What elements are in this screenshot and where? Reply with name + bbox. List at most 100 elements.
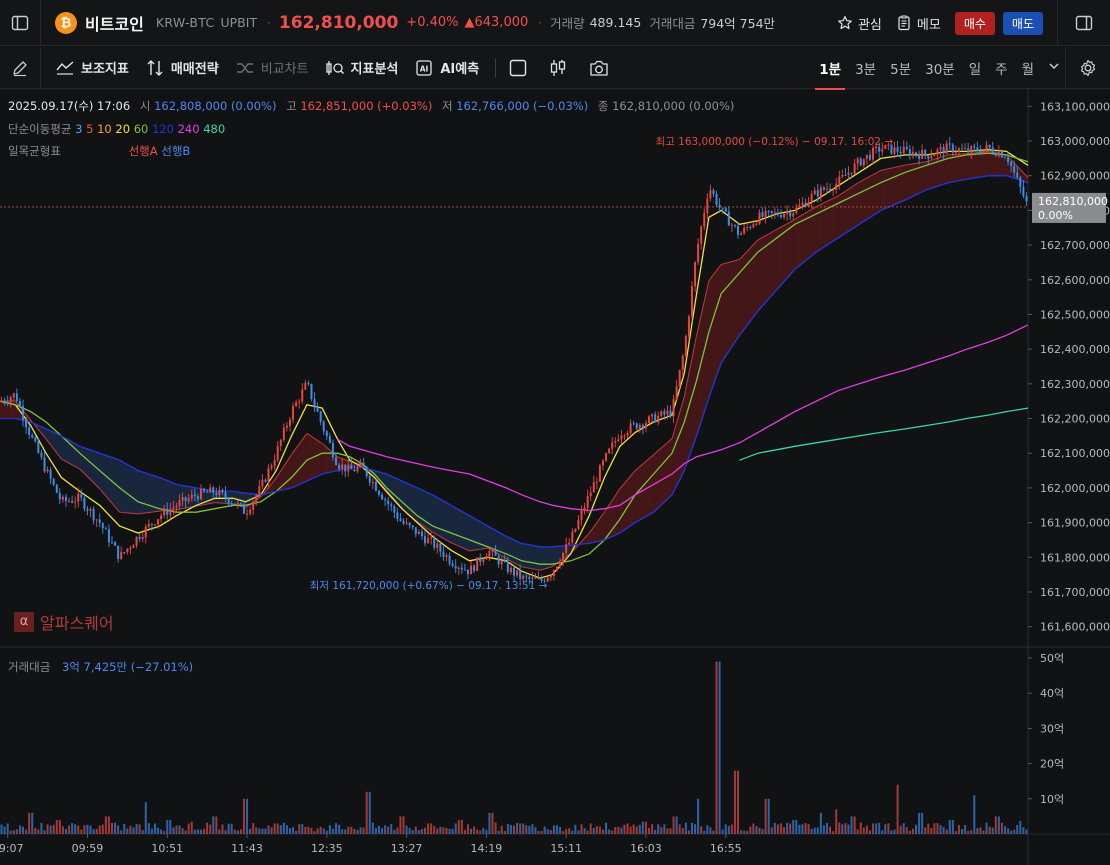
candle-body xyxy=(344,464,347,472)
analysis-icon xyxy=(325,60,344,75)
volume-bar xyxy=(408,827,411,834)
sidebar-toggle-icon[interactable] xyxy=(0,0,40,46)
tab-day[interactable]: 일 xyxy=(969,58,981,78)
fullscreen-box-icon[interactable] xyxy=(508,58,528,78)
volume-bar xyxy=(1016,825,1019,834)
draw-pencil-icon[interactable] xyxy=(0,47,40,89)
volume-bar xyxy=(954,831,957,834)
volume-bar xyxy=(61,826,64,834)
volume-bar xyxy=(196,829,199,834)
candle-body xyxy=(644,422,647,428)
volume-bar xyxy=(519,823,522,834)
volume-bar xyxy=(95,828,98,834)
ai-predict-button[interactable]: AI AI예측 xyxy=(414,58,479,77)
compare-icon xyxy=(236,62,253,73)
x-tick-label: 10:51 xyxy=(151,842,183,855)
candle-body xyxy=(905,146,908,150)
volume-bar xyxy=(779,823,782,834)
candle-body xyxy=(559,562,562,567)
ichimoku-cloud-segment xyxy=(99,453,120,513)
volume-bar xyxy=(663,824,666,834)
coin-name[interactable]: 비트코인 xyxy=(85,11,144,35)
camera-icon[interactable] xyxy=(588,58,610,78)
candle-body xyxy=(387,500,390,505)
volume-bar xyxy=(347,826,350,834)
candle-body xyxy=(666,410,669,415)
volume-bar xyxy=(826,822,829,834)
candle-body xyxy=(433,537,436,548)
candle-body xyxy=(157,519,160,525)
sell-button[interactable]: 매도 xyxy=(1002,11,1043,35)
volume-bar xyxy=(611,830,614,834)
candle-body xyxy=(605,453,608,461)
volume-bar xyxy=(979,827,982,834)
ichimoku-cloud-segment xyxy=(880,164,906,211)
candle-body xyxy=(1007,157,1010,162)
candle-body xyxy=(384,499,387,501)
volume-bar xyxy=(1010,830,1013,834)
volume-bar xyxy=(199,829,202,834)
volume-bar xyxy=(18,825,21,834)
volume-bar xyxy=(942,827,945,834)
ichimoku-legend[interactable]: 일목균형표 선행A 선행B xyxy=(8,143,190,159)
candle-body xyxy=(914,152,917,155)
volume-bar xyxy=(270,827,273,834)
candle-body xyxy=(442,551,445,557)
memo-button[interactable]: 메모 xyxy=(896,14,941,33)
tab-3min[interactable]: 3분 xyxy=(855,58,876,78)
candle-body xyxy=(144,526,147,538)
volume-bar xyxy=(620,827,623,834)
volume-bar xyxy=(166,819,169,834)
tab-30min[interactable]: 30분 xyxy=(925,58,955,78)
candle-body xyxy=(445,555,448,557)
candle-body xyxy=(298,401,301,403)
candle-body xyxy=(98,519,101,524)
dot-separator: · xyxy=(267,15,271,30)
candle-body xyxy=(589,492,592,496)
tab-week[interactable]: 주 xyxy=(995,58,1007,78)
candle-body xyxy=(865,154,868,159)
volume-bar xyxy=(549,829,552,834)
gear-icon[interactable] xyxy=(1066,47,1110,89)
candle-body xyxy=(789,211,792,217)
volume-bar xyxy=(700,826,703,834)
candle-body xyxy=(436,543,439,548)
tab-5min[interactable]: 5분 xyxy=(890,58,911,78)
candle-body xyxy=(304,382,307,390)
compare-button[interactable]: 비교차트 xyxy=(235,58,309,77)
volume-bar xyxy=(792,819,795,834)
volume-bar xyxy=(424,827,427,834)
candle-body xyxy=(844,175,847,177)
volume-bar xyxy=(770,827,773,834)
candle-body xyxy=(255,495,258,502)
candle-body xyxy=(552,570,555,576)
volume-bar xyxy=(555,825,558,834)
strategy-button[interactable]: 매매전략 xyxy=(145,58,219,77)
ichimoku-cloud-segment xyxy=(521,543,541,571)
volume-bar xyxy=(881,830,884,834)
candle-type-icon[interactable] xyxy=(548,58,568,78)
candle-body xyxy=(700,226,703,244)
volume-legend: 거래대금 3억 7,425만 (−27.01%) xyxy=(8,659,193,675)
indicators-button[interactable]: 보조지표 xyxy=(55,58,129,77)
candle-body xyxy=(574,528,577,532)
candle-body xyxy=(215,492,218,496)
panel-toggle-icon[interactable] xyxy=(1058,0,1110,46)
candle-body xyxy=(34,437,37,442)
volume-bar xyxy=(525,825,528,834)
tab-month[interactable]: 월 xyxy=(1022,58,1034,78)
buy-button[interactable]: 매수 xyxy=(954,11,995,35)
ichimoku-cloud-segment xyxy=(837,182,860,239)
analysis-button[interactable]: 지표분석 xyxy=(325,58,398,77)
volume-bar xyxy=(577,830,580,834)
chevron-down-icon[interactable] xyxy=(1048,60,1060,76)
watch-button[interactable]: 관심 xyxy=(837,14,882,33)
price-chart[interactable]: 163,100,000163,000,000162,900,000162,800… xyxy=(0,89,1110,865)
volume-bar xyxy=(445,827,448,834)
candle-body xyxy=(565,544,568,553)
ichimoku-cloud-segment xyxy=(635,454,654,523)
tab-1min[interactable]: 1분 xyxy=(815,58,845,90)
volume-bar xyxy=(807,824,810,834)
candle-body xyxy=(270,465,273,469)
ma-legend[interactable]: 단순이동평균 3 5 10 20 60 120 240 480 xyxy=(8,121,225,137)
